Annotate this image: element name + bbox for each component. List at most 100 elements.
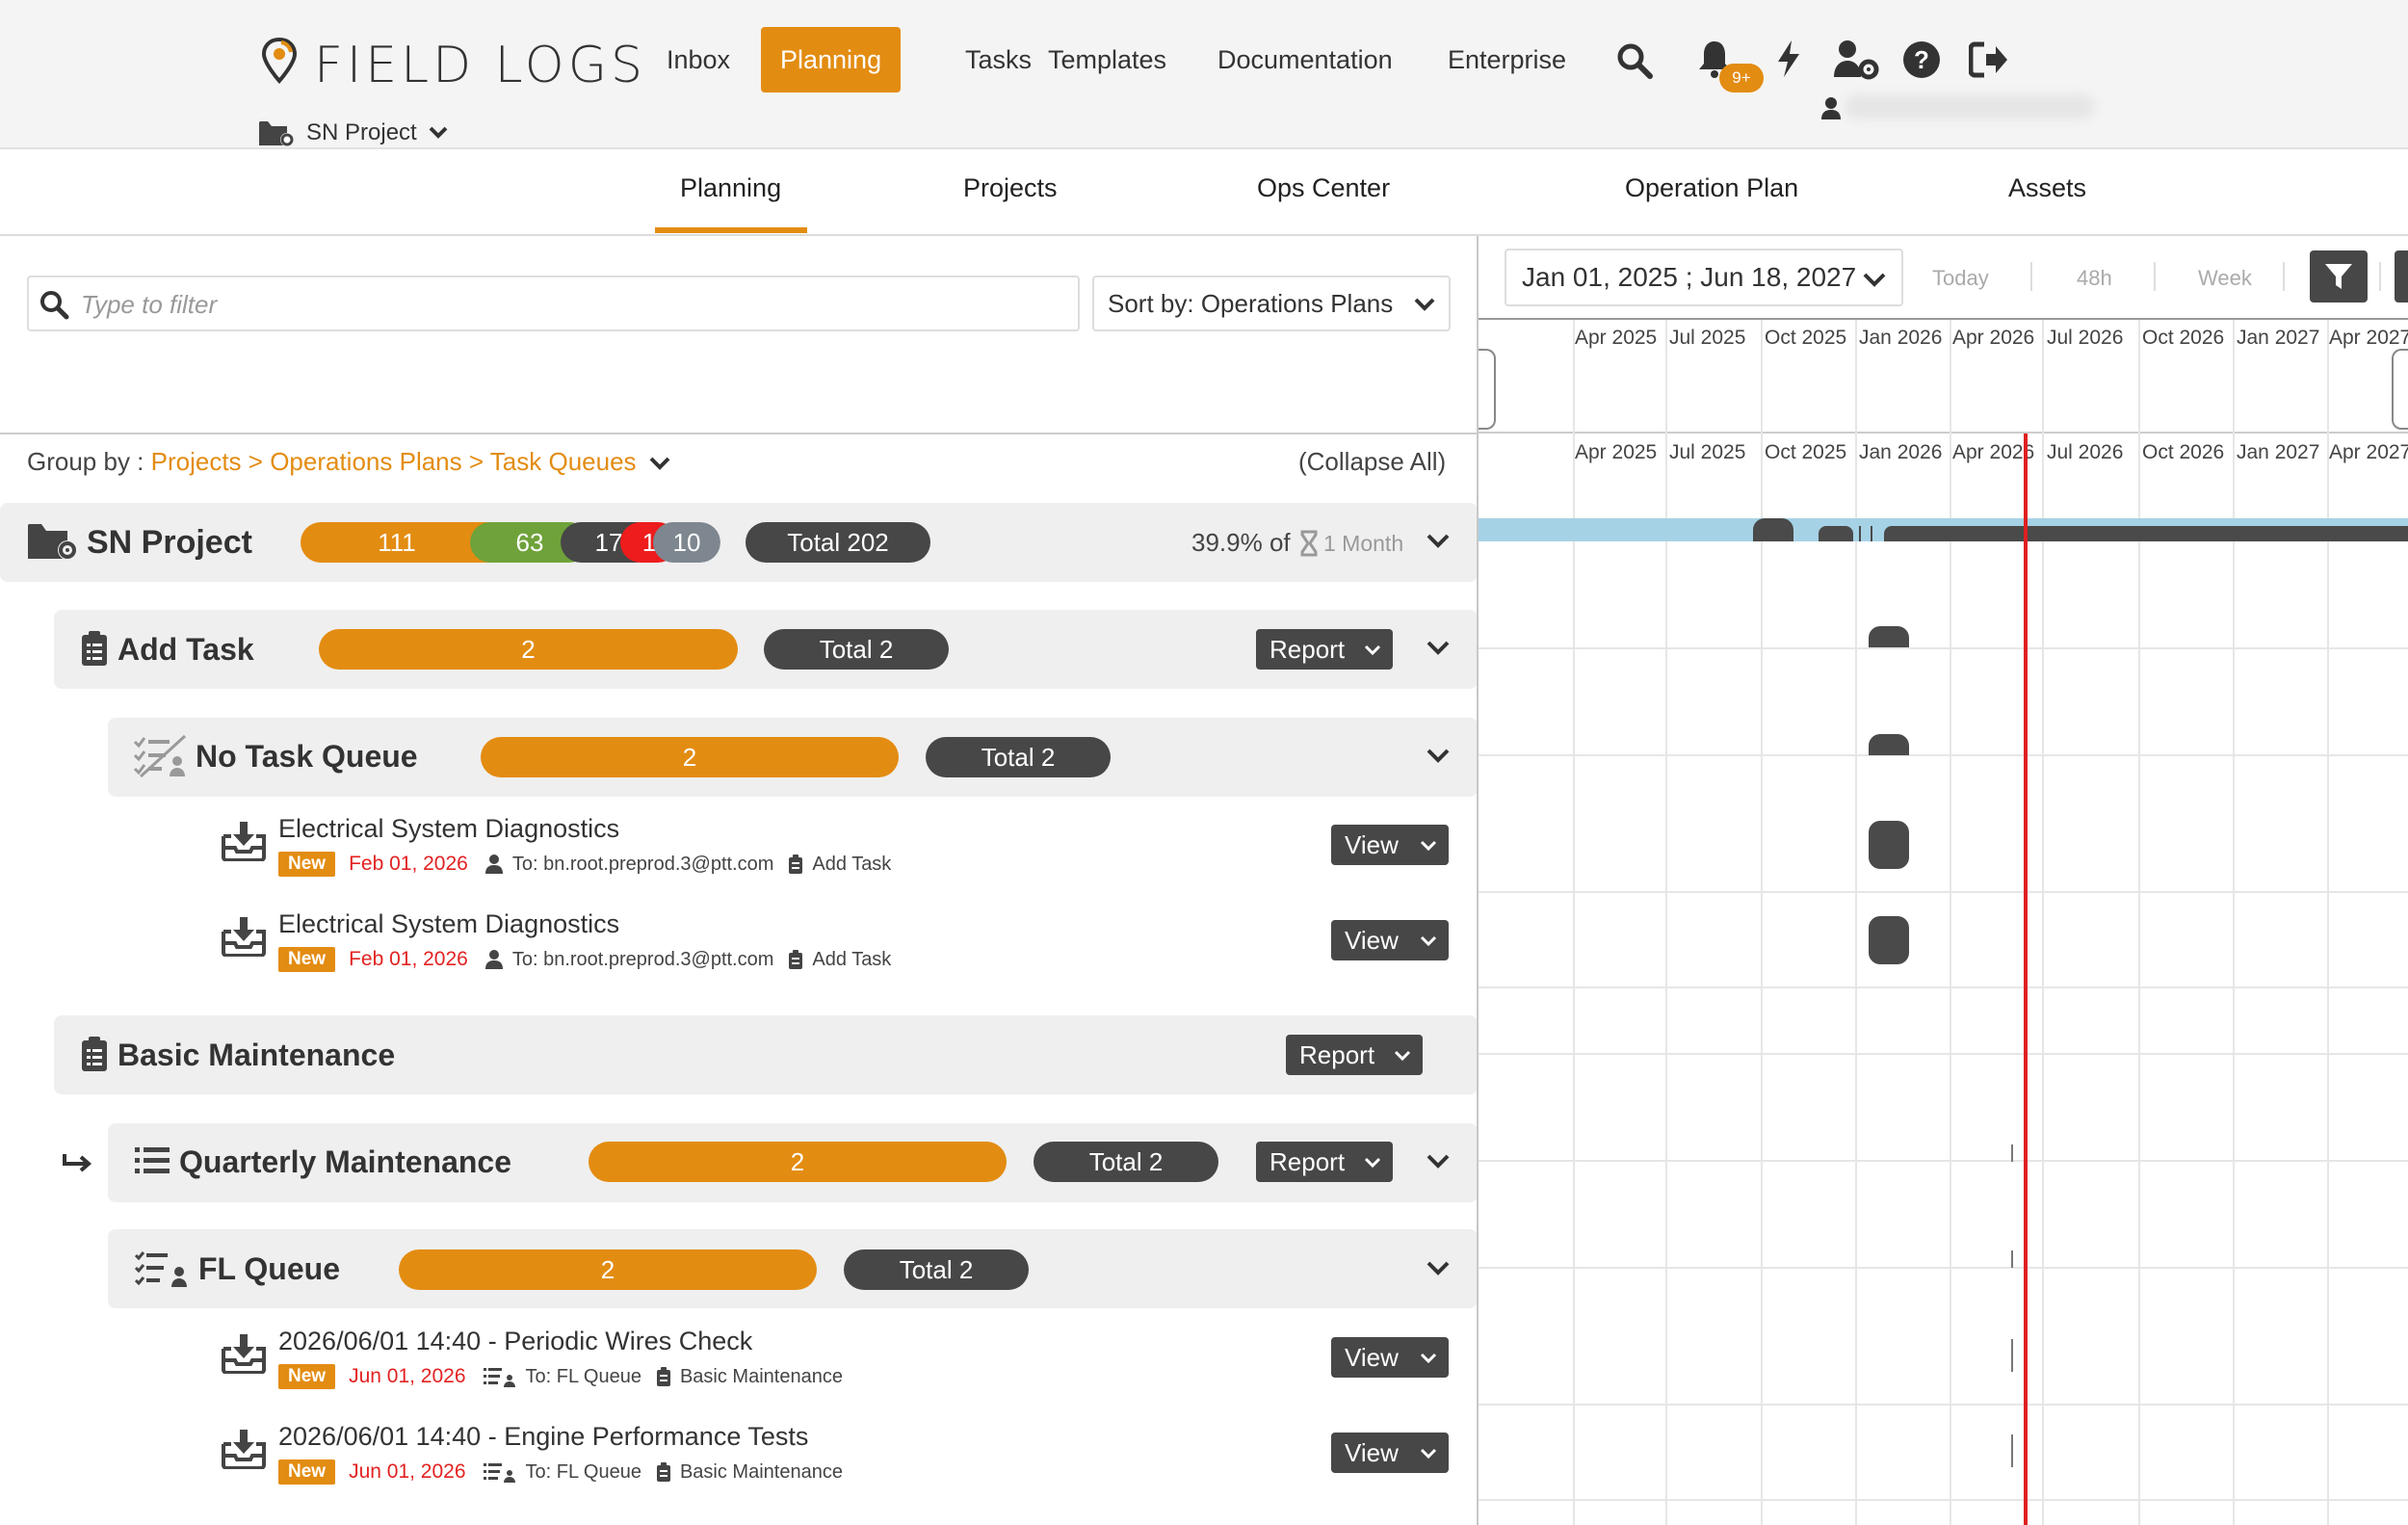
chevron-down-icon [1364, 1157, 1381, 1169]
filter-field[interactable] [27, 276, 1080, 331]
brand-name[interactable]: FIELD LOGS [314, 37, 646, 94]
view-button[interactable]: View [1331, 920, 1449, 960]
chevron-down-icon [1420, 840, 1437, 852]
lightning-icon[interactable] [1774, 39, 1803, 79]
view-button[interactable]: View [1331, 1337, 1449, 1378]
task-meta: New Jun 01, 2026 To: FL Queue Basic Main… [278, 1362, 843, 1391]
chevron-down-icon [1420, 1353, 1437, 1364]
month-label: Oct 2025 [1765, 441, 1847, 463]
month-label: Jan 2026 [1859, 327, 1943, 349]
grid-line [1761, 320, 1763, 1525]
subnav-assets[interactable]: Assets [2008, 173, 2086, 203]
plan-title-basic-maintenance[interactable]: Basic Maintenance [118, 1038, 395, 1073]
funnel-icon [2325, 264, 2352, 289]
chevron-down-icon[interactable] [1426, 640, 1450, 655]
gantt-tick [2011, 1339, 2013, 1372]
logout-icon[interactable] [1969, 40, 2009, 79]
search-icon[interactable] [1616, 42, 1653, 79]
month-label: Oct 2026 [2142, 327, 2225, 349]
chevron-down-icon[interactable] [1426, 533, 1450, 548]
project-name[interactable]: SN Project [87, 524, 252, 562]
help-icon[interactable]: ? [1902, 40, 1941, 79]
report-label: Report [1269, 635, 1346, 664]
notification-badge: 9+ [1719, 64, 1764, 92]
sort-dropdown[interactable]: Sort by: Operations Plans [1092, 276, 1451, 331]
filter-button[interactable] [2310, 250, 2368, 302]
user-settings-icon[interactable] [1832, 39, 1880, 81]
plan-title-add-task[interactable]: Add Task [118, 632, 254, 668]
task-title[interactable]: 2026/06/01 14:40 - Engine Performance Te… [278, 1422, 808, 1452]
overview-bottom-border [1479, 432, 2408, 434]
project-folder-icon [27, 520, 79, 561]
week-button[interactable]: Week [2198, 266, 2252, 291]
row-line [1479, 1053, 2408, 1055]
month-label: Apr 2026 [1952, 327, 2035, 349]
plan-title-quarterly-maintenance[interactable]: Quarterly Maintenance [179, 1144, 511, 1180]
gantt-bar[interactable] [1819, 526, 1853, 541]
view-button[interactable]: View [1331, 1433, 1449, 1473]
clipboard-icon [656, 1367, 670, 1386]
project-status-bar: 111 63 17 1 10 [301, 522, 720, 563]
clipboard-icon [789, 950, 803, 969]
group-by-crumbs[interactable]: Projects > Operations Plans > Task Queue… [151, 447, 637, 476]
row-line [1479, 1267, 2408, 1269]
report-button-basic-maintenance[interactable]: Report [1286, 1035, 1423, 1075]
gantt-bar[interactable] [1753, 518, 1793, 541]
gantt-task-marker[interactable] [1869, 821, 1909, 869]
filter-input[interactable] [81, 287, 1044, 322]
nav-documentation[interactable]: Documentation [1198, 27, 1412, 92]
grid-line [2327, 320, 2329, 1525]
overview-right-handle[interactable] [2392, 349, 2408, 430]
chevron-down-icon[interactable] [1426, 748, 1450, 763]
gantt-bar[interactable] [1869, 626, 1909, 647]
view-button[interactable]: View [1331, 825, 1449, 865]
row-line [1479, 986, 2408, 988]
project-switcher[interactable]: SN Project [258, 116, 448, 150]
chevron-down-icon[interactable] [1426, 1153, 1450, 1169]
today-button[interactable]: Today [1932, 266, 1989, 291]
task-title[interactable]: Electrical System Diagnostics [278, 909, 619, 939]
subnav-ops-center[interactable]: Ops Center [1257, 173, 1390, 203]
month-label: Apr 2026 [1952, 441, 2035, 463]
task-title[interactable]: Electrical System Diagnostics [278, 814, 619, 844]
grid-line [2233, 320, 2235, 1525]
nav-enterprise[interactable]: Enterprise [1428, 27, 1585, 92]
nav-templates[interactable]: Templates [1029, 27, 1186, 92]
gantt-task-marker[interactable] [1869, 916, 1909, 964]
nav-inbox[interactable]: Inbox [647, 27, 749, 92]
project-total: Total 202 [746, 522, 930, 563]
chevron-down-icon[interactable] [1426, 1260, 1450, 1275]
queue-title-fl-queue[interactable]: FL Queue [198, 1251, 340, 1287]
clipboard-icon [789, 855, 803, 874]
gantt-bar[interactable] [1884, 526, 2408, 541]
task-assignee: To: bn.root.preprod.3@ptt.com [511, 948, 774, 970]
queue-title-no-task-queue[interactable]: No Task Queue [196, 739, 418, 775]
task-plan: Basic Maintenance [679, 1460, 843, 1483]
separator [2283, 262, 2285, 291]
nav-planning[interactable]: Planning [761, 27, 902, 92]
clipboard-icon [81, 630, 108, 667]
group-by-label: Group by : [27, 447, 144, 476]
view-label: View [1345, 830, 1399, 859]
report-button-add-task[interactable]: Report [1256, 629, 1393, 670]
month-label: Jul 2026 [2047, 441, 2124, 463]
report-label: Report [1269, 1147, 1346, 1176]
subnav-planning[interactable]: Planning [680, 173, 781, 203]
group-by[interactable]: Group by : Projects > Operations Plans >… [27, 447, 670, 477]
timeline-options-button[interactable] [2395, 250, 2408, 302]
subnav-operation-plan[interactable]: Operation Plan [1625, 173, 1798, 203]
overview-left-handle[interactable] [1479, 349, 1496, 430]
gantt-bar[interactable] [1869, 734, 1909, 755]
date-range-picker[interactable]: Jan 01, 2025 ; Jun 18, 2027 [1505, 249, 1903, 306]
row-line [1479, 1499, 2408, 1501]
view-label: View [1345, 926, 1399, 955]
task-title[interactable]: 2026/06/01 14:40 - Periodic Wires Check [278, 1327, 752, 1356]
48h-button[interactable]: 48h [2077, 266, 2112, 291]
task-meta: New Jun 01, 2026 To: FL Queue Basic Main… [278, 1458, 843, 1486]
separator [2379, 262, 2381, 291]
gantt-marker [1859, 526, 1861, 541]
subnav-projects[interactable]: Projects [963, 173, 1058, 203]
brand-logo-icon[interactable] [260, 37, 299, 85]
collapse-all-button[interactable]: (Collapse All) [1298, 447, 1446, 477]
report-button-quarterly-maintenance[interactable]: Report [1256, 1142, 1393, 1182]
